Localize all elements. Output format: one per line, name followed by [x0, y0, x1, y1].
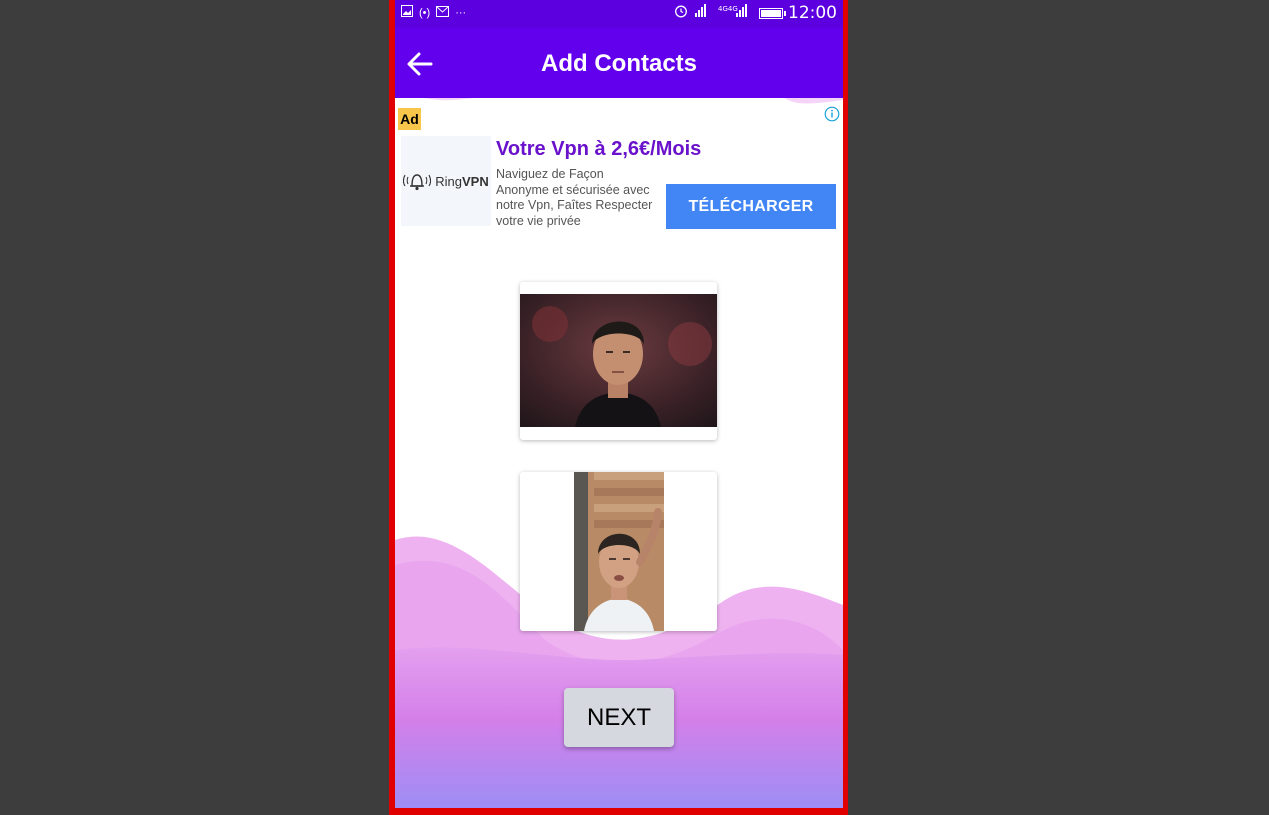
page-title: Add Contacts [541, 50, 697, 77]
info-icon[interactable] [824, 106, 840, 122]
signal-icon [693, 4, 713, 22]
phone-screen: (•) ··· 4G4G 12:00 Add Contacts Ad RingV… [395, 0, 843, 808]
app-bar: Add Contacts [395, 28, 843, 98]
status-time: 12:00 [788, 3, 837, 23]
alarm-icon [674, 4, 688, 22]
status-bar: (•) ··· 4G4G 12:00 [395, 0, 843, 28]
image-icon [401, 5, 413, 21]
next-button[interactable]: NEXT [564, 688, 674, 747]
signal-4g-icon: 4G4G [718, 4, 754, 22]
ad-headline[interactable]: Votre Vpn à 2,6€/Mois [496, 138, 701, 161]
ad-banner[interactable]: Ad RingVPN Votre Vpn à 2,6€/Mois Navigue… [395, 98, 843, 258]
contact-card-1[interactable] [520, 282, 717, 440]
ad-logo-text-bold: VPN [462, 173, 489, 189]
battery-icon [759, 7, 786, 19]
contact-photo-1 [520, 294, 717, 427]
ad-logo[interactable]: RingVPN [401, 136, 491, 226]
more-dots-icon: ··· [455, 7, 467, 19]
bell-icon [403, 174, 432, 191]
mail-icon [436, 5, 450, 21]
contact-card-2[interactable] [520, 472, 717, 631]
contact-photo-2 [574, 472, 664, 631]
ad-body: Naviguez de Façon Anonyme et sécurisée a… [496, 167, 653, 228]
hotspot-icon: (•) [419, 7, 431, 19]
download-button[interactable]: TÉLÉCHARGER [666, 184, 836, 229]
svg-text:4G4G: 4G4G [718, 5, 738, 13]
ad-badge: Ad [398, 108, 421, 130]
ad-logo-text-plain: Ring [435, 173, 462, 189]
